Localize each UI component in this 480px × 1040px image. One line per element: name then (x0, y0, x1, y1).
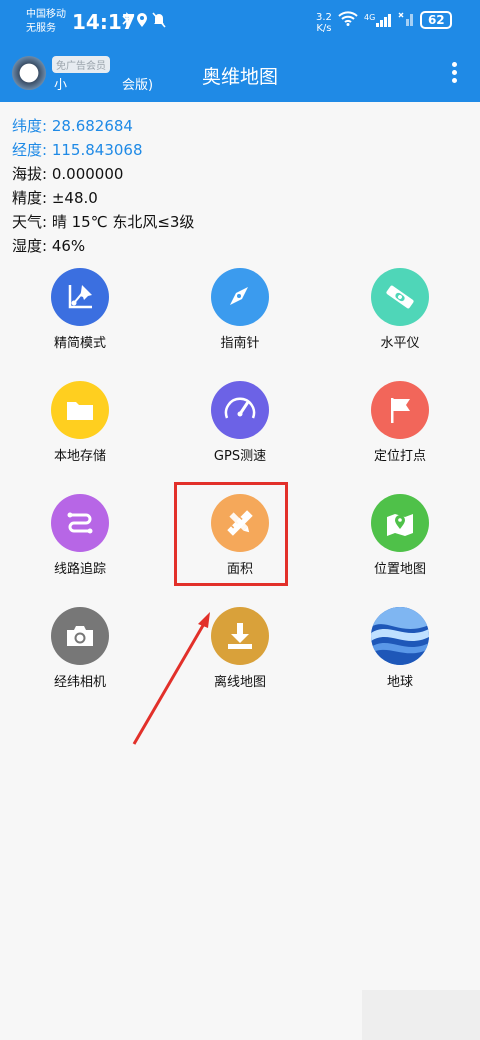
signal-4g-icon: 4G (364, 13, 392, 27)
more-menu-icon[interactable] (448, 62, 460, 84)
network-speed: 3.2 K/s (316, 12, 332, 34)
status-bar: 中国移动 无服务 14:17 3.2 K/s 4G 62 (0, 0, 480, 44)
altitude-value: 0.000000 (51, 165, 124, 183)
network-type-label: 4G (364, 13, 376, 22)
grid-item-gps-speed[interactable]: GPS测速 (180, 381, 300, 464)
weather-row: 天气: 晴 15℃ 东北风≤3级 (12, 210, 194, 234)
grid-item-route-tracking[interactable]: 线路追踪 (20, 494, 140, 577)
download-icon (211, 607, 269, 665)
folder-icon (51, 381, 109, 439)
flag-icon (371, 381, 429, 439)
altitude-label: 海拔: (12, 165, 48, 183)
longitude-label: 经度: (12, 141, 48, 159)
network-speed-value: 3.2 (316, 12, 332, 23)
highlight-box-area (174, 482, 288, 586)
pin-graph-icon (51, 268, 109, 326)
altitude-row: 海拔: 0.000000 (12, 162, 194, 186)
weather-label: 天气: (12, 213, 48, 231)
latitude-label: 纬度: (12, 117, 48, 135)
grid-item-compass[interactable]: 指南针 (180, 268, 300, 351)
carrier-name: 中国移动 (26, 9, 66, 20)
bluetooth-icon (122, 12, 132, 32)
grid-label: 地球 (386, 675, 413, 690)
corner-watermark-area (362, 990, 480, 1040)
silent-bell-icon (152, 12, 166, 32)
longitude-row: 经度: 115.843068 (12, 138, 194, 162)
location-info-panel: 纬度: 28.682684 经度: 115.843068 海拔: 0.00000… (12, 114, 194, 258)
grid-label: 水平仪 (380, 336, 420, 351)
grid-item-simple-mode[interactable]: 精简模式 (20, 268, 140, 351)
app-bar: 免广告会员 小 会版) 奥维地图 (0, 44, 480, 102)
wifi-icon (338, 10, 358, 30)
humidity-label: 湿度: (12, 237, 48, 255)
grid-item-location-mark[interactable]: 定位打点 (340, 381, 460, 464)
level-icon (371, 268, 429, 326)
battery-indicator: 62 (420, 11, 453, 29)
grid-item-local-storage[interactable]: 本地存储 (20, 381, 140, 464)
grid-item-location-map[interactable]: 位置地图 (340, 494, 460, 577)
grid-item-earth[interactable]: 地球 (340, 607, 460, 690)
no-signal-icon (398, 11, 414, 30)
carrier-service: 无服务 (26, 23, 56, 34)
grid-label: 线路追踪 (53, 562, 106, 577)
page-title: 奥维地图 (201, 66, 278, 88)
latitude-value: 28.682684 (51, 117, 133, 135)
grid-item-level[interactable]: 水平仪 (340, 268, 460, 351)
camera-icon (51, 607, 109, 665)
grid-label: 经纬相机 (53, 675, 106, 690)
accuracy-label: 精度: (12, 189, 48, 207)
grid-item-geo-camera[interactable]: 经纬相机 (20, 607, 140, 690)
grid-label: 指南针 (220, 336, 260, 351)
grid-item-offline-map[interactable]: 离线地图 (180, 607, 300, 690)
carrier-info: 中国移动 无服务 (26, 8, 66, 36)
network-speed-unit: K/s (316, 23, 332, 34)
earth-wave-icon (371, 607, 429, 665)
grid-label: 精简模式 (53, 336, 106, 351)
status-icons-right: 4G 62 (338, 10, 453, 30)
grid-label: 离线地图 (213, 675, 266, 690)
humidity-value: 46% (51, 237, 86, 255)
accuracy-value: ±48.0 (51, 189, 98, 207)
compass-icon (211, 268, 269, 326)
weather-value: 晴 15℃ 东北风≤3级 (51, 213, 195, 231)
status-icons-left (122, 12, 166, 32)
longitude-value: 115.843068 (51, 141, 143, 159)
grid-label: 定位打点 (373, 449, 426, 464)
grid-label: GPS测速 (213, 449, 267, 464)
location-icon (136, 12, 148, 32)
accuracy-row: 精度: ±48.0 (12, 186, 194, 210)
route-icon (51, 494, 109, 552)
speedometer-icon (211, 381, 269, 439)
map-location-icon (371, 494, 429, 552)
grid-label: 本地存储 (53, 449, 106, 464)
latitude-row: 纬度: 28.682684 (12, 114, 194, 138)
grid-label: 位置地图 (373, 562, 426, 577)
humidity-row: 湿度: 46% (12, 234, 194, 258)
